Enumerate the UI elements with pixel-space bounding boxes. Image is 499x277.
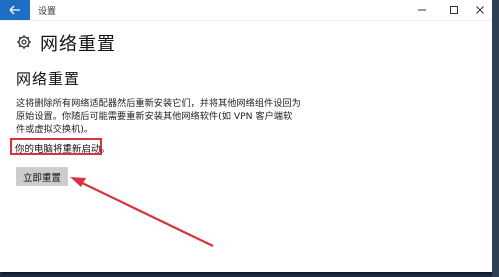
reset-description: 这将删除所有网络适配器然后重新安装它们，并将其他网络组件设回为原始设置。你随后可… [16,98,301,135]
maximize-icon [450,6,458,14]
back-button[interactable] [0,0,30,20]
maximize-button[interactable] [440,0,468,20]
page-title: 网络重置 [40,34,116,55]
section-title: 网络重置 [16,70,81,88]
restart-notice: 你的电脑将重新启动。 [15,144,111,155]
close-icon [476,6,484,14]
desktop-background-edge [492,0,499,277]
gear-icon [17,35,31,49]
title-bar: 设置 [0,0,492,21]
window-title: 设置 [38,7,57,17]
minimize-button[interactable] [408,0,436,20]
reset-now-button[interactable]: 立即重置 [16,167,68,186]
back-arrow-icon [9,5,20,15]
close-button[interactable] [466,0,492,20]
minimize-icon [418,9,426,11]
settings-window: 设置 网络重置 网络重置 这将删除所有网络适配器然后重新安装它们，并将其他网络组… [0,0,492,272]
